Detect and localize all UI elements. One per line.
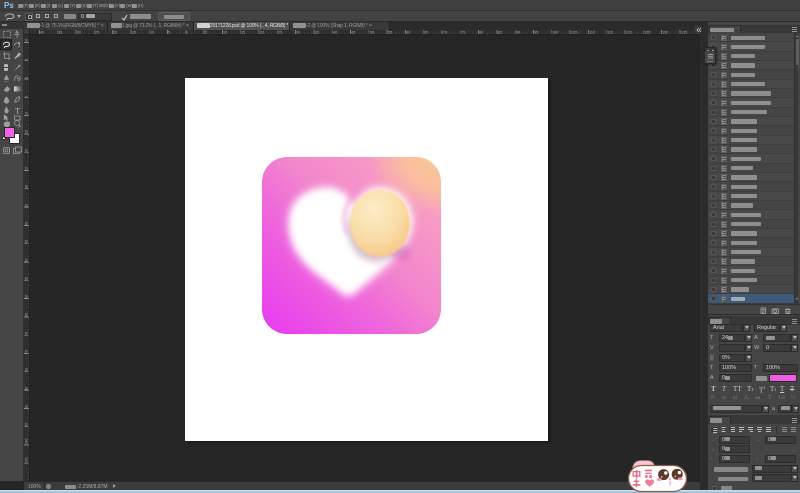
svg-text:75: 75 [25, 350, 29, 354]
svg-text:105: 105 [25, 458, 29, 464]
svg-text:5: 5 [205, 31, 207, 35]
svg-text:120: 120 [626, 31, 632, 35]
svg-text:80: 80 [479, 31, 483, 35]
svg-text:20: 20 [260, 31, 264, 35]
svg-text:0: 0 [186, 31, 188, 35]
svg-text:40: 40 [333, 31, 337, 35]
svg-text:55: 55 [25, 277, 29, 281]
svg-text:90: 90 [25, 405, 29, 409]
svg-text:70: 70 [25, 332, 29, 336]
svg-text:60: 60 [406, 31, 410, 35]
svg-text:135: 135 [681, 31, 687, 35]
svg-text:5: 5 [25, 96, 29, 98]
svg-text:100: 100 [552, 31, 558, 35]
svg-text:55: 55 [388, 31, 392, 35]
svg-text:75: 75 [461, 31, 465, 35]
svg-text:40: 40 [40, 31, 44, 35]
svg-text:5: 5 [25, 59, 29, 61]
svg-text:85: 85 [498, 31, 502, 35]
svg-text:T: T [15, 107, 20, 116]
svg-text:100: 100 [25, 439, 29, 445]
svg-text:25: 25 [95, 31, 99, 35]
svg-text:70: 70 [443, 31, 447, 35]
svg-text:65: 65 [424, 31, 428, 35]
svg-text:35: 35 [58, 31, 62, 35]
svg-text:10: 10 [150, 31, 154, 35]
svg-text:65: 65 [25, 313, 29, 317]
svg-text:25: 25 [25, 167, 29, 171]
svg-text:50: 50 [25, 259, 29, 263]
svg-text:50: 50 [370, 31, 374, 35]
svg-text:105: 105 [571, 31, 577, 35]
svg-text:15: 15 [241, 31, 245, 35]
svg-text:60: 60 [25, 295, 29, 299]
svg-text:30: 30 [77, 31, 81, 35]
svg-text:30: 30 [296, 31, 300, 35]
svg-text:0: 0 [25, 77, 29, 79]
svg-text:80: 80 [25, 368, 29, 372]
svg-text:5: 5 [168, 31, 170, 35]
svg-text:85: 85 [25, 387, 29, 391]
svg-text:20: 20 [113, 31, 117, 35]
svg-text:45: 45 [25, 240, 29, 244]
svg-text:25: 25 [278, 31, 282, 35]
svg-text:10: 10 [25, 112, 29, 116]
svg-text:35: 35 [315, 31, 319, 35]
svg-text:115: 115 [607, 31, 613, 35]
svg-text:30: 30 [25, 185, 29, 189]
svg-text:125: 125 [644, 31, 650, 35]
svg-text:15: 15 [132, 31, 136, 35]
svg-text:10: 10 [25, 39, 29, 43]
svg-text:10: 10 [223, 31, 227, 35]
svg-text:110: 110 [589, 31, 595, 35]
svg-text:95: 95 [534, 31, 538, 35]
svg-text:35: 35 [25, 204, 29, 208]
svg-text:45: 45 [351, 31, 355, 35]
svg-text:130: 130 [662, 31, 668, 35]
svg-text:15: 15 [25, 130, 29, 134]
svg-text:95: 95 [25, 423, 29, 427]
svg-text:40: 40 [25, 222, 29, 226]
svg-text:90: 90 [516, 31, 520, 35]
svg-text:20: 20 [25, 149, 29, 153]
